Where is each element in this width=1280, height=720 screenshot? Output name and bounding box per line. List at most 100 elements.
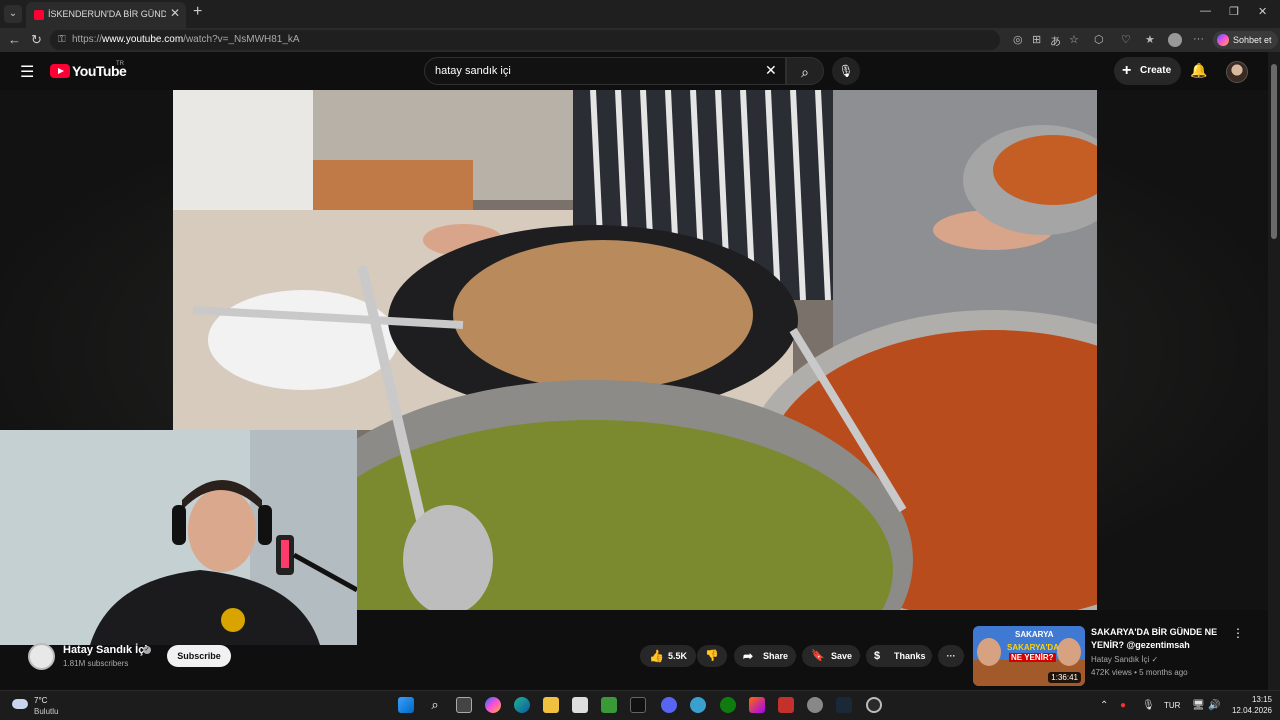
- profile-avatar-icon[interactable]: [1168, 33, 1182, 47]
- youtube-favicon-icon: [34, 10, 44, 20]
- share-button[interactable]: ➦ Share: [734, 645, 796, 667]
- minimize-icon[interactable]: —: [1200, 5, 1211, 17]
- extensions-puzzle-icon[interactable]: ⬡: [1094, 33, 1104, 46]
- copilot-chat-button[interactable]: Sohbet et: [1213, 31, 1278, 49]
- clock-time[interactable]: 13:15: [1232, 695, 1272, 704]
- recommended-title[interactable]: SAKARYA'DA BİR GÜNDE NE YENİR? @gezentim…: [1091, 626, 1221, 652]
- tray-app-icon[interactable]: ●: [1120, 700, 1126, 711]
- account-avatar[interactable]: [1226, 61, 1248, 83]
- create-button[interactable]: + Create: [1114, 57, 1182, 85]
- weather-description[interactable]: Bulutlu: [34, 707, 58, 716]
- dislike-button[interactable]: 👎: [697, 645, 727, 667]
- like-button[interactable]: 👍 5.5K: [640, 645, 696, 667]
- clear-search-icon[interactable]: ✕: [765, 62, 777, 79]
- favorites-icon[interactable]: ★: [1145, 33, 1155, 46]
- youtube-logo-icon[interactable]: [50, 64, 70, 78]
- steam-icon[interactable]: [836, 697, 852, 713]
- tab-close-icon[interactable]: ✕: [170, 6, 180, 20]
- reload-icon[interactable]: ↻: [31, 32, 42, 48]
- browser-tab-bar: ⌄ İSKENDERUN'DA BİR GÜNDE NE Y ✕ + — ❐ ✕: [0, 0, 1280, 28]
- browser-toolbar: ← ↻ ⚿ https://www.youtube.com/watch?v=_N…: [0, 28, 1280, 52]
- search-input[interactable]: hatay sandık içi ✕: [424, 57, 786, 85]
- url-text: https://www.youtube.com/watch?v=_NsMWH81…: [72, 34, 300, 45]
- subscriber-count: 1.81M subscribers: [63, 659, 129, 668]
- more-dots-icon[interactable]: ···: [1193, 33, 1204, 45]
- media-app-icon[interactable]: [778, 697, 794, 713]
- country-code: TR: [116, 61, 124, 67]
- channel-avatar[interactable]: [28, 643, 55, 670]
- notifications-bell-icon[interactable]: 🔔: [1190, 62, 1207, 79]
- file-explorer-icon[interactable]: [543, 697, 559, 713]
- thumbs-up-icon: 👍: [649, 649, 664, 663]
- back-arrow-icon[interactable]: ←: [8, 32, 21, 47]
- share-arrow-icon: ➦: [743, 649, 754, 663]
- new-tab-plus-icon[interactable]: +: [193, 3, 202, 21]
- terminal-icon[interactable]: [630, 697, 646, 713]
- window-close-icon[interactable]: ✕: [1258, 5, 1267, 18]
- cloud-weather-icon[interactable]: [12, 699, 28, 709]
- globe-app-icon[interactable]: [690, 697, 706, 713]
- tab-title: İSKENDERUN'DA BİR GÜNDE NE Y: [48, 9, 166, 19]
- subscribe-button[interactable]: Subscribe: [167, 645, 231, 667]
- search-icon: ⌕: [801, 64, 809, 80]
- save-button[interactable]: 🔖 Save: [802, 645, 860, 667]
- translate-icon[interactable]: あ: [1050, 33, 1061, 49]
- voice-search-mic-icon[interactable]: 🎙: [832, 57, 860, 85]
- extension-icon[interactable]: ◎: [1013, 33, 1023, 46]
- browser-tab[interactable]: İSKENDERUN'DA BİR GÜNDE NE Y ✕: [26, 2, 186, 28]
- volume-icon[interactable]: 🔊: [1208, 700, 1220, 711]
- copilot-taskbar-icon[interactable]: [485, 697, 501, 713]
- discord-icon[interactable]: [661, 697, 677, 713]
- recommended-thumbnail[interactable]: SAKARYA SAKARYA'DA NE YENİR? 1:36:41: [973, 626, 1085, 686]
- taskbar-search-icon[interactable]: ⌕: [427, 697, 443, 713]
- thanks-button[interactable]: $ Thanks: [866, 645, 932, 667]
- menu-hamburger-icon[interactable]: ☰: [20, 62, 34, 82]
- task-view-icon[interactable]: [456, 697, 472, 713]
- input-language[interactable]: TUR: [1164, 701, 1180, 710]
- network-icon[interactable]: 🖥: [1192, 700, 1205, 711]
- shield-app-icon[interactable]: [807, 697, 823, 713]
- windows-taskbar: 7°C Bulutlu ⌕ ⌃ ● 🎙 TUR 🖥 🔊 13:15 12.04.…: [0, 690, 1280, 720]
- site-info-icon[interactable]: ⚿: [58, 34, 66, 45]
- app-available-icon[interactable]: ⊞: [1032, 33, 1041, 46]
- m365-icon[interactable]: [749, 697, 765, 713]
- browser-essentials-icon[interactable]: ♡: [1121, 33, 1131, 46]
- address-bar[interactable]: ⚿ https://www.youtube.com/watch?v=_NsMWH…: [50, 30, 1000, 50]
- tab-actions-chevron-icon[interactable]: ⌄: [4, 5, 22, 23]
- thanks-dollar-icon: $: [874, 650, 881, 662]
- microphone-icon[interactable]: 🎙: [1142, 700, 1155, 711]
- obs-icon[interactable]: [866, 697, 882, 713]
- verified-check-icon: ✓: [143, 646, 151, 654]
- bookmark-icon: 🔖: [811, 650, 825, 662]
- webcam-overlay: [0, 430, 357, 645]
- more-actions-button[interactable]: ···: [938, 645, 964, 667]
- streamer-webcam-image: [0, 430, 357, 645]
- recommended-channel[interactable]: Hatay Sandık İçi ✓: [1091, 655, 1158, 664]
- page-scrollbar[interactable]: [1268, 52, 1280, 690]
- windows-start-icon[interactable]: [398, 697, 414, 713]
- clock-date[interactable]: 12.04.2026: [1222, 706, 1272, 715]
- xbox-icon[interactable]: [720, 697, 736, 713]
- search-button[interactable]: ⌕: [786, 57, 824, 85]
- weather-temperature[interactable]: 7°C: [34, 696, 47, 705]
- copilot-icon: [1217, 34, 1229, 46]
- verified-check-icon: ✓: [1151, 655, 1159, 664]
- youtube-header: ☰ YouTube TR hatay sandık içi ✕ ⌕ 🎙 + Cr…: [0, 52, 1268, 90]
- favorite-star-icon[interactable]: ☆: [1069, 33, 1079, 46]
- restore-icon[interactable]: ❐: [1229, 5, 1239, 18]
- plus-icon: +: [1122, 62, 1132, 79]
- scrollbar-thumb[interactable]: [1271, 64, 1277, 239]
- recommended-meta: 472K views • 5 months ago: [1091, 668, 1188, 677]
- thumb-text-1: SAKARYA: [1015, 630, 1054, 639]
- minecraft-icon[interactable]: [601, 697, 617, 713]
- recommended-more-icon[interactable]: ⋮: [1232, 626, 1244, 640]
- video-duration: 1:36:41: [1048, 672, 1081, 683]
- thumbs-down-icon: 👎: [705, 650, 719, 662]
- microsoft-store-icon[interactable]: [572, 697, 588, 713]
- tray-chevron-up-icon[interactable]: ⌃: [1100, 700, 1108, 711]
- channel-name[interactable]: Hatay Sandık İçi: [63, 644, 147, 656]
- edge-browser-icon[interactable]: [514, 697, 530, 713]
- search-query: hatay sandık içi: [435, 65, 511, 77]
- thumb-text-2: SAKARYA'DA: [1007, 643, 1059, 652]
- thumb-text-3: NE YENİR?: [1009, 653, 1056, 662]
